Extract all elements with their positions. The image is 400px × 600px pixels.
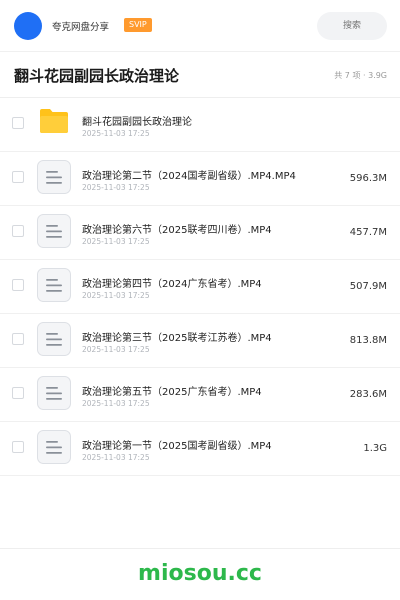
list-item[interactable]: 翻斗花园副园长政治理论 2025-11-03 17:25 (0, 98, 400, 152)
file-name: 政治理论第二节（2024国考副省级）.MP4.MP4 (82, 171, 296, 182)
search-input[interactable] (317, 12, 387, 40)
share-name: 夸克网盘分享 (52, 22, 110, 33)
avatar[interactable] (14, 12, 42, 40)
file-list: 翻斗花园副园长政治理论 2025-11-03 17:25 政治理论第二节（202… (0, 98, 400, 476)
list-item[interactable]: 政治理论第一节（2025国考副省级）.MP4 2025-11-03 17:25 … (0, 422, 400, 476)
file-size: 596.3M (349, 173, 387, 184)
select-checkbox[interactable] (12, 333, 24, 345)
title-bar: 翻斗花园副园长政治理论 共 7 项 · 3.9G (0, 52, 400, 98)
brand-watermark: miosou.cc (138, 561, 262, 586)
share-header: 夸克网盘分享 SVIP (0, 0, 400, 52)
select-checkbox[interactable] (12, 171, 24, 183)
file-size: 283.6M (349, 389, 387, 400)
list-item[interactable]: 政治理论第六节（2025联考四川卷）.MP4 2025-11-03 17:25 … (0, 206, 400, 260)
list-item[interactable]: 政治理论第四节（2024广东省考）.MP4 2025-11-03 17:25 5… (0, 260, 400, 314)
file-icon (37, 376, 71, 410)
file-name: 政治理论第一节（2025国考副省级）.MP4 (82, 441, 272, 452)
svip-badge: SVIP (124, 18, 152, 32)
list-item[interactable]: 政治理论第三节（2025联考江苏卷）.MP4 2025-11-03 17:25 … (0, 314, 400, 368)
file-date: 2025-11-03 17:25 (82, 399, 150, 408)
footer: miosou.cc (0, 548, 400, 600)
file-date: 2025-11-03 17:25 (82, 453, 150, 462)
file-name: 政治理论第六节（2025联考四川卷）.MP4 (82, 225, 272, 236)
select-checkbox[interactable] (12, 441, 24, 453)
file-name: 翻斗花园副园长政治理论 (82, 117, 192, 128)
select-checkbox[interactable] (12, 225, 24, 237)
folder-icon (40, 109, 68, 133)
file-name: 政治理论第三节（2025联考江苏卷）.MP4 (82, 333, 272, 344)
file-summary: 共 7 项 · 3.9G (334, 71, 387, 80)
page-title: 翻斗花园副园长政治理论 (14, 67, 180, 85)
file-icon (37, 430, 71, 464)
file-date: 2025-11-03 17:25 (82, 237, 150, 246)
file-name: 政治理论第四节（2024广东省考）.MP4 (82, 279, 262, 290)
file-name: 政治理论第五节（2025广东省考）.MP4 (82, 387, 262, 398)
file-date: 2025-11-03 17:25 (82, 183, 150, 192)
file-date: 2025-11-03 17:25 (82, 129, 150, 138)
file-icon (37, 268, 71, 302)
list-item[interactable]: 政治理论第五节（2025广东省考）.MP4 2025-11-03 17:25 2… (0, 368, 400, 422)
file-icon (37, 214, 71, 248)
list-item[interactable]: 政治理论第二节（2024国考副省级）.MP4.MP4 2025-11-03 17… (0, 152, 400, 206)
file-icon (37, 160, 71, 194)
file-size: 457.7M (349, 227, 387, 238)
file-size: 1.3G (363, 443, 387, 454)
file-date: 2025-11-03 17:25 (82, 291, 150, 300)
file-icon (37, 322, 71, 356)
file-size: 813.8M (349, 335, 387, 346)
select-checkbox[interactable] (12, 117, 24, 129)
file-date: 2025-11-03 17:25 (82, 345, 150, 354)
select-checkbox[interactable] (12, 387, 24, 399)
select-checkbox[interactable] (12, 279, 24, 291)
file-size: 507.9M (349, 281, 387, 292)
